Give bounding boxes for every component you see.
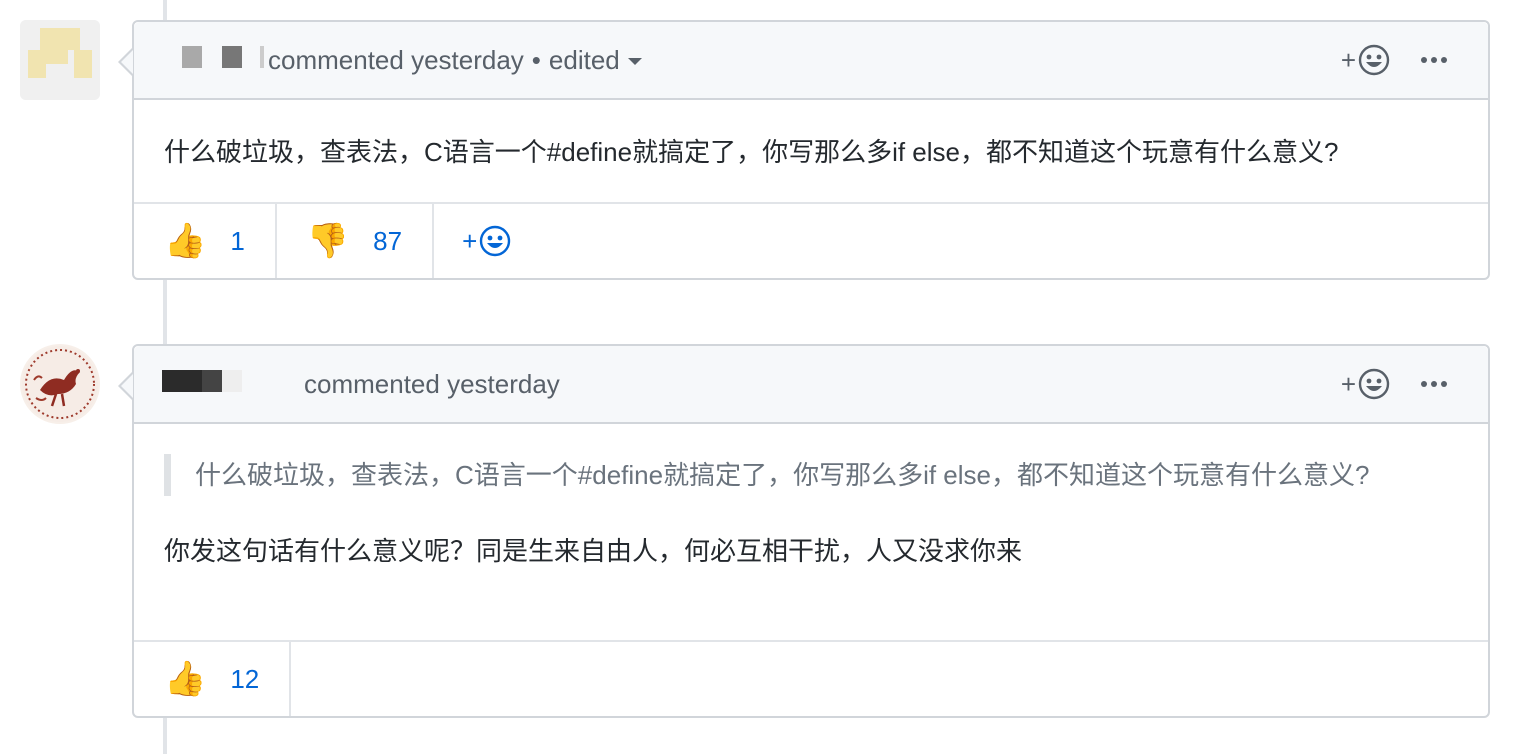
caret-down-icon [627, 58, 642, 66]
kebab-horizontal-icon[interactable] [1420, 380, 1448, 388]
comment-arrow [118, 48, 133, 76]
avatar[interactable] [20, 344, 100, 424]
add-reaction-button[interactable]: + [1341, 44, 1390, 76]
comment-header: commented yesterday • edited + [134, 22, 1488, 100]
comment-meta: commented yesterday [304, 346, 560, 422]
smiley-icon [480, 225, 511, 257]
comment-arrow [118, 372, 133, 400]
comment-body: 什么破垃圾，查表法，C语言一个#define就搞定了，你写那么多if else，… [134, 100, 1488, 204]
meta-separator: • [531, 44, 541, 75]
author-name-redacted[interactable] [182, 46, 272, 68]
comment-meta: commented yesterday • edited [268, 22, 642, 98]
reaction-thumbs-up[interactable]: 👍 12 [134, 642, 292, 716]
commented-timestamp[interactable]: commented yesterday [304, 369, 560, 400]
kebab-horizontal-icon[interactable] [1420, 56, 1448, 64]
smiley-icon [1358, 368, 1390, 400]
reaction-count: 12 [230, 663, 260, 694]
reaction-count: 1 [230, 225, 245, 256]
thumbs-up-icon: 👍 [164, 222, 207, 260]
commented-timestamp[interactable]: commented yesterday [268, 45, 524, 76]
comment-text: 什么破垃圾，查表法，C语言一个#define就搞定了，你写那么多if else，… [164, 137, 1339, 167]
add-reaction-button[interactable]: + [434, 204, 539, 278]
thumbs-up-icon: 👍 [164, 660, 207, 698]
identicon-image [20, 20, 100, 100]
quoted-reply: 什么破垃圾，查表法，C语言一个#define就搞定了，你写那么多if else，… [164, 454, 1434, 496]
reaction-count: 87 [373, 225, 403, 256]
comment-card: commented yesterday • edited + 什么破垃圾，查表法… [118, 20, 1490, 280]
bird-seal-image [22, 346, 98, 422]
comment-actions: + [1341, 346, 1448, 422]
comment-actions: + [1341, 22, 1448, 98]
smiley-icon [1358, 44, 1390, 76]
thumbs-down-icon: 👎 [306, 222, 350, 260]
comment-body: 什么破垃圾，查表法，C语言一个#define就搞定了，你写那么多if else，… [134, 454, 1488, 572]
avatar[interactable] [20, 20, 100, 100]
add-reaction-button[interactable]: + [1341, 368, 1390, 400]
reaction-thumbs-up[interactable]: 👍 1 [134, 204, 277, 278]
reactions-bar: 👍 12 [134, 640, 1488, 716]
comment-card: commented yesterday + 什么破垃圾，查表法，C语言一个#de… [118, 344, 1490, 718]
author-name-redacted[interactable] [162, 370, 244, 392]
edited-dropdown[interactable]: edited [549, 45, 642, 76]
reaction-thumbs-down[interactable]: 👎 87 [277, 204, 435, 278]
reactions-bar: 👍 1 👎 87 + [134, 202, 1488, 278]
comment-header: commented yesterday + [134, 346, 1488, 424]
comment-text: 你发这句话有什么意义呢？同是生来自由人，何必互相干扰，人又没求你来 [164, 536, 1023, 566]
